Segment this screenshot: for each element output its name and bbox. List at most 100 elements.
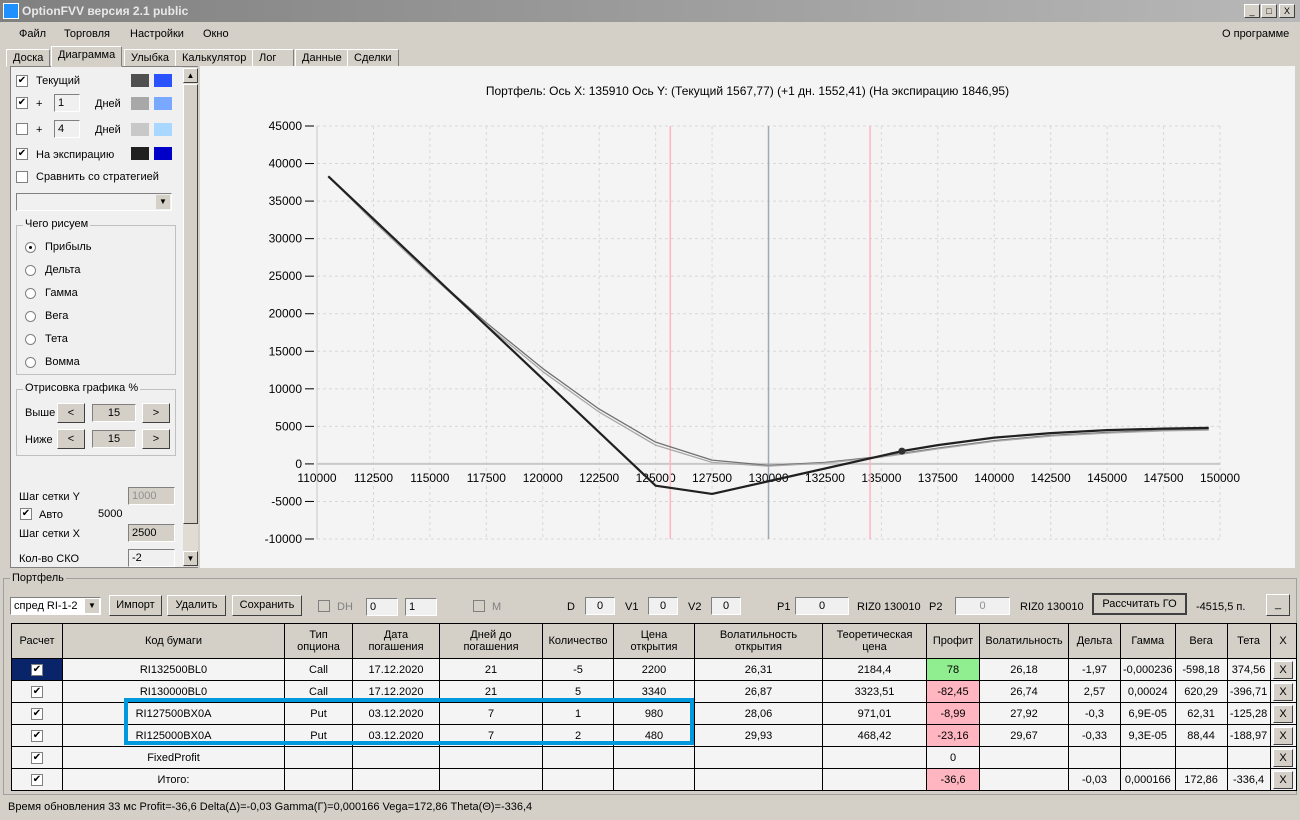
delete-button[interactable]: Удалить <box>167 595 226 616</box>
radio-vega[interactable] <box>25 311 36 322</box>
remove-row-button[interactable]: X <box>1273 682 1294 701</box>
current-checkbox[interactable]: ✔ <box>16 75 28 87</box>
radio-profit[interactable] <box>25 242 36 253</box>
calc-checkbox[interactable]: ✔ <box>31 708 43 720</box>
radio-gamma[interactable] <box>25 288 36 299</box>
import-button[interactable]: Импорт <box>109 595 162 616</box>
tab-log[interactable]: Лог <box>252 49 294 67</box>
current-color-2[interactable] <box>154 74 172 87</box>
minimize-button[interactable]: _ <box>1244 4 1260 18</box>
plus4-color-2[interactable] <box>154 123 172 136</box>
scroll-up-button[interactable]: ▲ <box>183 68 198 83</box>
calc-checkbox[interactable]: ✔ <box>31 664 43 676</box>
above-decrease-button[interactable]: < <box>57 403 85 423</box>
auto-checkbox[interactable]: ✔ <box>20 508 32 520</box>
compare-checkbox[interactable] <box>16 171 28 183</box>
plus-days-2-checkbox[interactable] <box>16 123 28 135</box>
table-row[interactable]: ✔ FixedProfit 0 X <box>11 746 1297 769</box>
menu-file[interactable]: Файл <box>19 28 46 40</box>
cell-x[interactable]: X <box>1269 702 1297 725</box>
spin-2[interactable]: 1 <box>405 598 437 616</box>
expiry-color-1[interactable] <box>131 147 149 160</box>
tab-deals[interactable]: Сделки <box>347 49 399 67</box>
table-row[interactable]: ✔ RI127500BX0A Put 03.12.2020 7 1 980 28,06 971,… <box>11 702 1297 725</box>
col-header-type[interactable]: Тип опциона <box>284 623 353 659</box>
calc-checkbox[interactable]: ✔ <box>31 686 43 698</box>
col-header-gamma[interactable]: Гамма <box>1120 623 1176 659</box>
chart-area[interactable]: Портфель: Ось X: 135910 Ось Y: (Текущий … <box>200 66 1295 568</box>
dh-checkbox[interactable] <box>318 600 330 612</box>
col-header-open-price[interactable]: Цена открытия <box>613 623 695 659</box>
col-header-open-vol[interactable]: Волатильность открытия <box>694 623 823 659</box>
tab-diagram[interactable]: Диаграмма <box>51 46 123 67</box>
sko-input[interactable]: -2 <box>128 549 175 567</box>
close-button[interactable]: X <box>1279 4 1295 18</box>
cell-calc[interactable]: ✔ <box>11 702 63 725</box>
d-input[interactable]: 0 <box>585 597 615 615</box>
plus1-color-2[interactable] <box>154 97 172 110</box>
col-header-days[interactable]: Дней до погашения <box>439 623 543 659</box>
p2-input[interactable]: 0 <box>955 597 1010 615</box>
radio-delta[interactable] <box>25 265 36 276</box>
menu-trading[interactable]: Торговля <box>64 28 110 40</box>
col-header-calc[interactable]: Расчет <box>11 623 63 659</box>
above-value[interactable]: 15 <box>92 404 136 422</box>
radio-theta[interactable] <box>25 334 36 345</box>
cell-calc[interactable]: ✔ <box>11 680 63 703</box>
col-header-profit[interactable]: Профит <box>926 623 980 659</box>
col-header-date[interactable]: Дата погашения <box>352 623 440 659</box>
col-header-qty[interactable]: Количество <box>542 623 614 659</box>
remove-row-button[interactable]: X <box>1273 704 1294 723</box>
strategy-select[interactable]: ▼ <box>16 193 172 211</box>
cell-calc[interactable]: ✔ <box>11 746 63 769</box>
col-header-theo-price[interactable]: Теоретическая цена <box>822 623 927 659</box>
above-increase-button[interactable]: > <box>142 403 170 423</box>
scroll-thumb[interactable] <box>183 84 198 524</box>
maximize-button[interactable]: □ <box>1261 4 1277 18</box>
table-row[interactable]: ✔ RI125000BX0A Put 03.12.2020 7 2 480 29,93 468,… <box>11 724 1297 747</box>
cell-calc[interactable]: ✔ <box>11 724 63 747</box>
tab-data[interactable]: Данные <box>295 49 349 67</box>
profit-chart[interactable]: 110000 112500 115000 117500 120000 122500 1250… <box>200 66 1295 568</box>
days-2-input[interactable]: 4 <box>54 120 80 138</box>
grid-y-input[interactable]: 1000 <box>128 487 175 505</box>
col-header-theta[interactable]: Тета <box>1226 623 1271 659</box>
expiry-color-2[interactable] <box>154 147 172 160</box>
below-value[interactable]: 15 <box>92 430 136 448</box>
below-increase-button[interactable]: > <box>142 429 170 449</box>
remove-row-button[interactable]: X <box>1273 770 1294 789</box>
plus1-color-1[interactable] <box>131 97 149 110</box>
save-button[interactable]: Сохранить <box>232 595 302 616</box>
m-checkbox[interactable] <box>473 600 485 612</box>
menu-about[interactable]: О программе <box>1222 28 1289 40</box>
cell-x[interactable]: X <box>1269 680 1297 703</box>
days-1-input[interactable]: 1 <box>54 94 80 112</box>
menu-settings[interactable]: Настройки <box>130 28 184 40</box>
radio-vomma[interactable] <box>25 357 36 368</box>
calc-go-button[interactable]: Рассчитать ГО <box>1092 593 1187 615</box>
calc-checkbox[interactable]: ✔ <box>31 774 43 786</box>
col-header-vega[interactable]: Вега <box>1174 623 1228 659</box>
col-header-vol[interactable]: Волатильность <box>979 623 1069 659</box>
col-header-code[interactable]: Код бумаги <box>62 623 285 659</box>
portfolio-select[interactable]: спред RI-1-2 ▼ <box>10 597 101 615</box>
remove-row-button[interactable]: X <box>1273 748 1294 767</box>
collapse-button[interactable]: _ <box>1266 594 1290 616</box>
cell-x[interactable]: X <box>1269 746 1297 769</box>
cell-x[interactable]: X <box>1269 724 1297 747</box>
calc-checkbox[interactable]: ✔ <box>31 730 43 742</box>
scroll-down-button[interactable]: ▼ <box>183 551 198 566</box>
table-row[interactable]: ✔ Итого: -36,6 -0,03 0,000166 172,86 -336,4 X <box>11 768 1297 791</box>
col-header-delta[interactable]: Дельта <box>1068 623 1121 659</box>
tab-calculator[interactable]: Калькулятор <box>175 49 254 67</box>
cell-calc[interactable]: ✔ <box>11 658 63 681</box>
col-header-x[interactable]: X <box>1269 623 1297 659</box>
cell-x[interactable]: X <box>1269 768 1297 791</box>
calc-checkbox[interactable]: ✔ <box>31 752 43 764</box>
menu-window[interactable]: Окно <box>203 28 229 40</box>
chevron-down-icon[interactable]: ▼ <box>85 599 99 613</box>
table-row[interactable]: ✔ RI132500BL0 Call 17.12.2020 21 -5 2200 26,31 2… <box>11 658 1297 681</box>
plus-days-1-checkbox[interactable]: ✔ <box>16 97 28 109</box>
expiry-checkbox[interactable]: ✔ <box>16 148 28 160</box>
remove-row-button[interactable]: X <box>1273 660 1294 679</box>
